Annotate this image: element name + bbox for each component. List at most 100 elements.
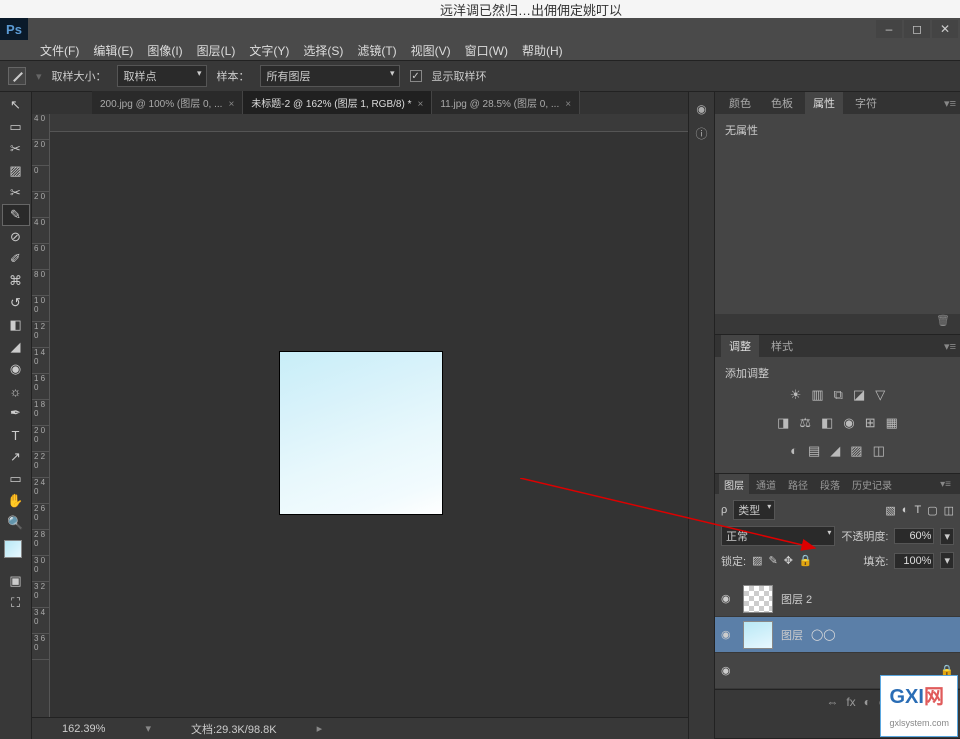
gradmap-icon[interactable]: ▨ (850, 443, 862, 459)
shape-tool[interactable]: ▭ (2, 468, 30, 490)
threshold-icon[interactable]: ◢ (830, 443, 840, 459)
layer-fx-icon[interactable]: fx (846, 695, 855, 709)
tab-layers[interactable]: 图层 (719, 474, 749, 495)
visibility-icon[interactable]: ◉ (721, 664, 735, 677)
menu-select[interactable]: 选择(S) (303, 42, 343, 59)
filter-shape-icon[interactable]: ▢ (927, 504, 937, 517)
tab-history[interactable]: 历史记录 (847, 474, 897, 495)
menu-help[interactable]: 帮助(H) (522, 42, 563, 59)
zoom-level[interactable]: 162.39% (62, 723, 105, 735)
lasso-tool[interactable]: ✂ (2, 138, 30, 160)
zoom-tool[interactable]: 🔍 (2, 512, 30, 534)
gradient-tool[interactable]: ◢ (2, 336, 30, 358)
curves-icon[interactable]: ⧉ (834, 387, 843, 403)
maximize-button[interactable]: ◻ (904, 20, 930, 38)
canvas[interactable] (50, 132, 688, 717)
doc-tab-2[interactable]: 11.jpg @ 28.5% (图层 0, ...× (432, 91, 580, 114)
opacity-dropdown-icon[interactable]: ▾ (940, 528, 954, 545)
exposure-icon[interactable]: ◪ (853, 387, 865, 403)
collapsed-panel-icon[interactable]: ◉ (691, 98, 713, 120)
lock-all-icon[interactable]: 🔒 (799, 554, 813, 567)
photofilter-icon[interactable]: ◉ (843, 415, 854, 431)
eraser-tool[interactable]: ◧ (2, 314, 30, 336)
heal-tool[interactable]: ⊘ (2, 226, 30, 248)
lock-transparency-icon[interactable]: ▨ (752, 554, 762, 567)
filter-type-icon[interactable]: T (914, 504, 921, 516)
history-brush-tool[interactable]: ↺ (2, 292, 30, 314)
blend-mode-select[interactable]: 正常 (721, 526, 835, 546)
blur-tool[interactable]: ◉ (2, 358, 30, 380)
trash-icon[interactable]: 🗑 (936, 314, 950, 334)
levels-icon[interactable]: ▥ (811, 387, 823, 403)
bw-icon[interactable]: ◧ (821, 415, 833, 431)
quickmask-toggle[interactable]: ▣ (2, 570, 30, 592)
tab-properties[interactable]: 属性 (805, 92, 843, 114)
artboard[interactable] (280, 352, 442, 514)
move-tool[interactable]: ↖ (2, 94, 30, 116)
fill-dropdown-icon[interactable]: ▾ (940, 552, 954, 569)
balance-icon[interactable]: ⚖ (799, 415, 811, 431)
tab-color[interactable]: 颜色 (721, 92, 759, 114)
mixer-icon[interactable]: ⊞ (865, 415, 876, 431)
menu-file[interactable]: 文件(F) (40, 42, 79, 59)
brightness-icon[interactable]: ☀ (790, 387, 802, 403)
lock-pixels-icon[interactable]: ✎ (768, 554, 777, 567)
filter-smart-icon[interactable]: ◫ (944, 504, 954, 517)
close-icon[interactable]: × (228, 99, 234, 110)
link-layers-icon[interactable]: ⇔ (826, 695, 838, 709)
menu-filter[interactable]: 滤镜(T) (357, 42, 396, 59)
eyedropper-icon[interactable] (8, 67, 26, 85)
brush-tool[interactable]: ✐ (2, 248, 30, 270)
menu-window[interactable]: 窗口(W) (465, 42, 508, 59)
sample-size-select[interactable]: 取样点 (117, 65, 207, 87)
path-tool[interactable]: ↗ (2, 446, 30, 468)
tab-swatches[interactable]: 色板 (763, 92, 801, 114)
selcolor-icon[interactable]: ◫ (873, 443, 885, 459)
huesat-icon[interactable]: ◨ (777, 415, 789, 431)
invert-icon[interactable]: ◐ (790, 443, 798, 459)
tab-character[interactable]: 字符 (847, 92, 885, 114)
tab-adjustments[interactable]: 调整 (721, 335, 759, 357)
layer-row[interactable]: ◉ 图层 2 (715, 581, 960, 617)
layer-name[interactable]: 图层 (781, 627, 803, 643)
panel-menu-icon[interactable]: ▾≡ (944, 97, 956, 110)
panel-menu-icon[interactable]: ▾≡ (935, 476, 956, 493)
vibrance-icon[interactable]: ▽ (875, 387, 885, 403)
menu-edit[interactable]: 编辑(E) (93, 42, 133, 59)
layer-thumbnail[interactable] (743, 621, 773, 649)
doc-tab-1[interactable]: 未标题-2 @ 162% (图层 1, RGB/8) *× (243, 91, 432, 114)
menu-layer[interactable]: 图层(L) (197, 42, 236, 59)
sample-select[interactable]: 所有图层 (260, 65, 400, 87)
wand-tool[interactable]: ▨ (2, 160, 30, 182)
tab-paragraph[interactable]: 段落 (815, 474, 845, 495)
menu-image[interactable]: 图像(I) (147, 42, 182, 59)
close-icon[interactable]: × (565, 99, 571, 110)
visibility-icon[interactable]: ◉ (721, 592, 735, 605)
posterize-icon[interactable]: ▤ (808, 443, 820, 459)
doc-tab-0[interactable]: 200.jpg @ 100% (图层 0, ...× (92, 91, 243, 114)
hand-tool[interactable]: ✋ (2, 490, 30, 512)
tab-channels[interactable]: 通道 (751, 474, 781, 495)
menu-type[interactable]: 文字(Y) (249, 42, 289, 59)
opacity-input[interactable]: 60% (894, 528, 934, 544)
clone-tool[interactable]: ⌘ (2, 270, 30, 292)
pen-tool[interactable]: ✒ (2, 402, 30, 424)
tab-paths[interactable]: 路径 (783, 474, 813, 495)
filter-pixel-icon[interactable]: ▧ (885, 504, 895, 517)
lookup-icon[interactable]: ▦ (886, 415, 898, 431)
visibility-icon[interactable]: ◉ (721, 628, 735, 641)
close-icon[interactable]: × (417, 99, 423, 110)
filter-type-select[interactable]: 类型 (733, 500, 775, 520)
collapsed-panel-icon[interactable]: ⓘ (691, 122, 713, 144)
layer-row[interactable]: ◉ 图层 ◯◯ (715, 617, 960, 653)
color-swatch[interactable] (4, 540, 28, 564)
crop-tool[interactable]: ✂ (2, 182, 30, 204)
eyedropper-tool[interactable]: ✎ (2, 204, 30, 226)
menu-view[interactable]: 视图(V) (411, 42, 451, 59)
lock-position-icon[interactable]: ✥ (784, 554, 793, 567)
minimize-button[interactable]: – (876, 20, 902, 38)
fill-input[interactable]: 100% (894, 553, 934, 569)
screenmode-toggle[interactable]: ⛶ (2, 592, 30, 614)
tab-styles[interactable]: 样式 (763, 335, 801, 357)
show-ring-checkbox[interactable]: ✓ (410, 70, 422, 82)
